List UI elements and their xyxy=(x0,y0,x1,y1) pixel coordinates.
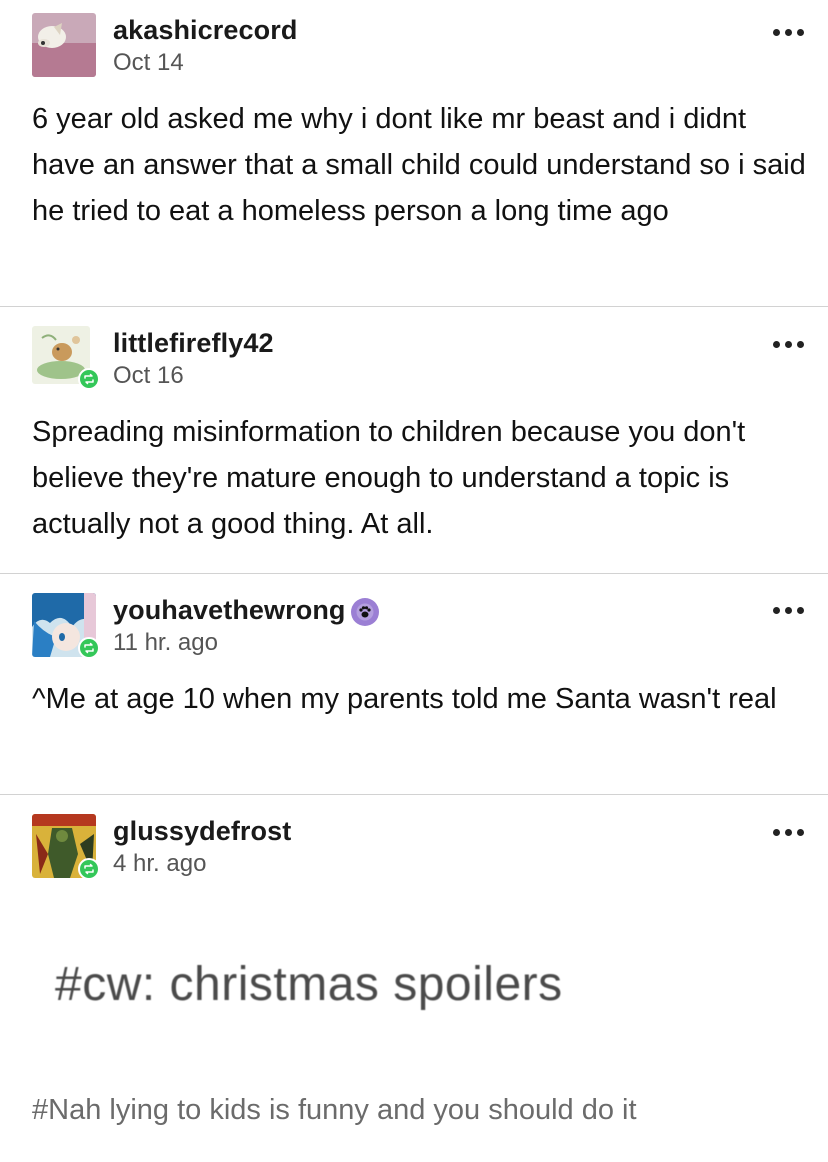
timestamp: Oct 14 xyxy=(113,49,184,76)
username[interactable]: youhavethewrong xyxy=(113,595,346,626)
username[interactable]: littlefirefly42 xyxy=(113,328,274,359)
post-text: ^Me at age 10 when my parents told me Sa… xyxy=(32,683,777,715)
more-options-icon[interactable] xyxy=(773,829,804,836)
more-options-icon[interactable] xyxy=(773,607,804,614)
post-divider xyxy=(0,306,828,307)
more-options-icon[interactable] xyxy=(773,29,804,36)
reblog-icon xyxy=(78,368,100,390)
post-text: Spreading misinformation to children bec… xyxy=(32,416,746,540)
timestamp: Oct 16 xyxy=(113,362,184,389)
post-divider xyxy=(0,794,828,795)
paw-badge-icon[interactable] xyxy=(351,598,379,626)
post-text: 6 year old asked me why i dont like mr b… xyxy=(32,103,806,227)
spoiler-heading: #cw: christmas spoilers xyxy=(55,958,563,1011)
avatar[interactable] xyxy=(32,13,96,77)
username[interactable]: akashicrecord xyxy=(113,15,297,46)
username[interactable]: glussydefrost xyxy=(113,816,291,847)
timestamp: 4 hr. ago xyxy=(113,850,207,877)
reblog-icon xyxy=(78,637,100,659)
post-divider xyxy=(0,573,828,574)
timestamp: 11 hr. ago xyxy=(113,629,218,656)
more-options-icon[interactable] xyxy=(773,341,804,348)
reblog-icon xyxy=(78,858,100,880)
post-tag[interactable]: #Nah lying to kids is funny and you shou… xyxy=(32,1094,637,1127)
